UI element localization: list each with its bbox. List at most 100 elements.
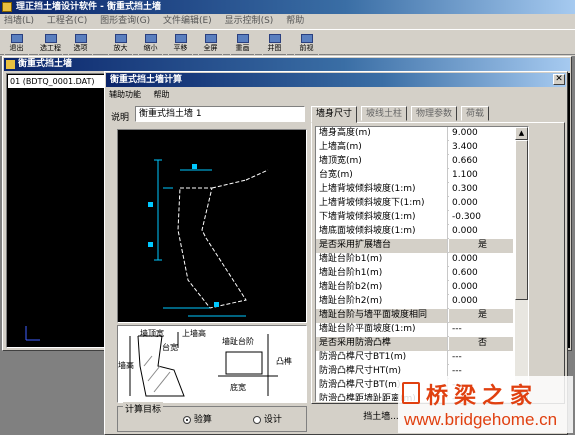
- property-value[interactable]: 0.000: [449, 197, 513, 211]
- dialog-menu-aux[interactable]: 辅助功能: [109, 90, 141, 99]
- property-value[interactable]: 0.660: [449, 155, 513, 169]
- property-value[interactable]: 3.400: [449, 141, 513, 155]
- property-name: 墙趾台阶h1(m): [316, 267, 448, 281]
- section-drawing: [117, 129, 307, 323]
- menu-item-help[interactable]: 帮助: [286, 16, 304, 26]
- menu-item-display[interactable]: 显示控制(S): [225, 16, 274, 26]
- property-value[interactable]: 0.000: [449, 281, 513, 295]
- menu-item-wall[interactable]: 挡墙(L): [4, 16, 34, 26]
- property-value[interactable]: 是: [449, 239, 513, 253]
- full-screen-button[interactable]: 全屏: [198, 32, 223, 56]
- description-input[interactable]: 衡重式挡土墙 1: [135, 106, 305, 122]
- pan-button[interactable]: 平移: [168, 32, 193, 56]
- dialog-close-button[interactable]: ✕: [553, 74, 565, 85]
- property-name: 防滑凸榫尺寸BT1(m): [316, 351, 448, 365]
- redraw-button[interactable]: 重画: [230, 32, 255, 56]
- property-name: 墙顶宽(m): [316, 155, 448, 169]
- file-list-item[interactable]: 01 (BDTQ_0001.DAT): [8, 75, 104, 88]
- property-row[interactable]: 上墙背坡倾斜坡度(1:m) 0.300: [316, 183, 513, 197]
- property-row[interactable]: 墙底面坡倾斜坡度(1:m) 0.000: [316, 225, 513, 239]
- merge-icon: [268, 34, 281, 43]
- scroll-thumb[interactable]: [515, 140, 528, 300]
- tab-wall-dimensions[interactable]: 墙身尺寸: [311, 106, 358, 123]
- property-name: 上墙背坡倾斜坡度(1:m): [316, 183, 448, 197]
- merge-button[interactable]: 并图: [262, 32, 287, 56]
- zoom-out-icon: [144, 34, 157, 43]
- property-row[interactable]: 墙顶宽(m) 0.660: [316, 155, 513, 169]
- property-value[interactable]: -0.300: [449, 211, 513, 225]
- front-view-button[interactable]: 前视: [294, 32, 319, 56]
- zoom-in-icon: [114, 34, 127, 43]
- property-row[interactable]: 墙趾台阶h2(m) 0.000: [316, 295, 513, 309]
- property-value[interactable]: 否: [449, 337, 513, 351]
- pan-icon: [174, 34, 187, 43]
- dialog-menu-help[interactable]: 帮助: [154, 90, 170, 99]
- property-value[interactable]: 9.000: [449, 127, 513, 141]
- zoom-in-button[interactable]: 放大: [108, 32, 133, 56]
- property-row[interactable]: 墙趾台阶与墙平面坡度相同是: [316, 309, 513, 323]
- property-grid[interactable]: 墙身高度(m) 9.000 上墙高(m) 3.400 墙顶宽(m) 0.660 台宽(m) 1…: [315, 126, 529, 402]
- watermark-cn: 桥梁之家: [426, 383, 539, 409]
- document-title: 衡重式挡土墙: [18, 59, 73, 69]
- property-row[interactable]: 是否采用防滑凸榫否: [316, 337, 513, 351]
- property-name: 上墙高(m): [316, 141, 448, 155]
- tab-physical-params[interactable]: 物理参数: [411, 106, 458, 121]
- property-row[interactable]: 防滑凸榫尺寸BT1(m) ---: [316, 351, 513, 365]
- dialog-title: 衡重式挡土墙计算: [110, 75, 183, 85]
- property-row[interactable]: 台宽(m) 1.100: [316, 169, 513, 183]
- property-row[interactable]: 是否采用扩展墙台是: [316, 239, 513, 253]
- property-value[interactable]: 0.000: [449, 253, 513, 267]
- property-name: 下墙背坡倾斜坡度(1:m): [316, 211, 448, 225]
- exit-button[interactable]: 退出: [4, 32, 29, 56]
- options-button[interactable]: 选项: [68, 32, 93, 56]
- menu-item-edit[interactable]: 文件编辑(E): [163, 16, 212, 26]
- radio-design[interactable]: 设计: [253, 412, 282, 425]
- legend-label-upper-height: 上墙高: [182, 329, 206, 338]
- app-title-bar: 理正挡土墙设计软件 - 衡重式挡土墙: [0, 0, 575, 14]
- menu-bar: 挡墙(L) 工程名(C) 图形查询(G) 文件编辑(E) 显示控制(S) 帮助: [0, 14, 575, 28]
- tab-strip: 墙身尺寸 坡线土柱 物理参数 荷载: [311, 106, 565, 123]
- scroll-up-button[interactable]: ▲: [515, 127, 528, 140]
- property-row[interactable]: 墙趾台阶b1(m) 0.000: [316, 253, 513, 267]
- exit-icon: [10, 34, 23, 43]
- dialog-menu-bar: 辅助功能 帮助: [109, 89, 170, 101]
- toolbar: 退出 选工程 选项 放大 缩小 平移 全屏 重画 并图 前视: [0, 29, 575, 56]
- radio-check[interactable]: 验算: [183, 412, 212, 425]
- target-label: 计算目标: [123, 402, 164, 415]
- legend-label-base-width: 底宽: [230, 383, 246, 392]
- property-row[interactable]: 墙趾台阶平面坡度(1:m) ---: [316, 323, 513, 337]
- legend-label-top-width: 墙顶宽: [140, 329, 164, 338]
- zoom-out-button[interactable]: 缩小: [138, 32, 163, 56]
- dialog-title-bar: 衡重式挡土墙计算: [106, 73, 566, 87]
- property-row[interactable]: 墙趾台阶h1(m) 0.600: [316, 267, 513, 281]
- app-title: 理正挡土墙设计软件 - 衡重式挡土墙: [16, 2, 162, 12]
- property-row[interactable]: 上墙背坡倾斜坡度下(1:m) 0.000: [316, 197, 513, 211]
- tab-panel: 墙身高度(m) 9.000 上墙高(m) 3.400 墙顶宽(m) 0.660 台宽(m) 1…: [311, 122, 565, 404]
- property-value[interactable]: ---: [449, 323, 513, 337]
- menu-item-project[interactable]: 工程名(C): [47, 16, 87, 26]
- property-name: 上墙背坡倾斜坡度下(1:m): [316, 197, 448, 211]
- property-value[interactable]: 0.600: [449, 267, 513, 281]
- property-row[interactable]: 墙趾台阶b2(m) 0.000: [316, 281, 513, 295]
- grid-scrollbar[interactable]: ▲ ▼: [515, 127, 528, 401]
- select-project-button[interactable]: 选工程: [38, 32, 63, 56]
- property-value[interactable]: 是: [449, 309, 513, 323]
- property-value[interactable]: ---: [449, 351, 513, 365]
- property-row[interactable]: 上墙高(m) 3.400: [316, 141, 513, 155]
- close-icon: ✕: [555, 74, 563, 84]
- options-icon: [74, 34, 87, 43]
- property-value[interactable]: 0.000: [449, 295, 513, 309]
- property-row[interactable]: 下墙背坡倾斜坡度(1:m) -0.300: [316, 211, 513, 225]
- tab-loads[interactable]: 荷载: [461, 106, 490, 121]
- property-name: 台宽(m): [316, 169, 448, 183]
- file-list[interactable]: 01 (BDTQ_0001.DAT): [6, 73, 106, 348]
- menu-item-graph[interactable]: 图形查询(G): [100, 16, 150, 26]
- property-value[interactable]: 0.000: [449, 225, 513, 239]
- property-value[interactable]: 1.100: [449, 169, 513, 183]
- tab-slope-soil[interactable]: 坡线土柱: [361, 106, 408, 121]
- property-name: 墙趾台阶平面坡度(1:m): [316, 323, 448, 337]
- property-value[interactable]: 0.300: [449, 183, 513, 197]
- property-row[interactable]: 墙身高度(m) 9.000: [316, 127, 513, 141]
- front-view-icon: [300, 34, 313, 43]
- redraw-icon: [236, 34, 249, 43]
